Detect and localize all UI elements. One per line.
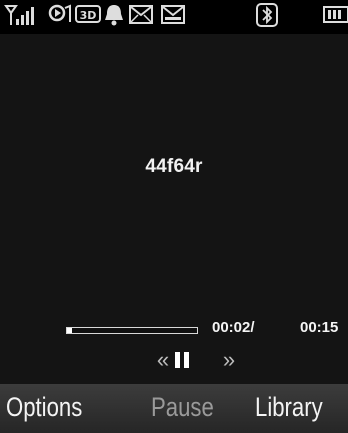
progress-bar-fill xyxy=(67,328,73,333)
svg-text:3D: 3D xyxy=(80,9,97,22)
music-player-screen: 44f64r 00:02/ 00:15 « » xyxy=(0,34,348,384)
signal-icon xyxy=(4,2,44,30)
library-softkey[interactable]: Library xyxy=(255,392,323,423)
3d-audio-icon: 3D xyxy=(74,2,102,30)
total-time: 00:15 xyxy=(300,319,339,336)
playback-controls: « » xyxy=(0,346,348,374)
battery-icon xyxy=(322,2,348,30)
fast-forward-icon: » xyxy=(222,347,236,372)
pause-icon xyxy=(175,352,189,368)
playback-progress: 00:02/ 00:15 xyxy=(0,317,348,341)
email-icon xyxy=(160,2,186,30)
bluetooth-icon xyxy=(256,2,278,30)
rewind-icon: « xyxy=(156,347,170,372)
alarm-icon xyxy=(102,2,126,30)
progress-bar[interactable] xyxy=(66,327,198,334)
fast-forward-button[interactable]: » xyxy=(214,346,244,374)
music-playing-icon xyxy=(48,2,74,30)
pause-softkey[interactable]: Pause xyxy=(151,392,214,423)
track-title: 44f64r xyxy=(145,156,203,177)
pause-button[interactable] xyxy=(172,346,192,374)
message-icon xyxy=(128,2,154,30)
options-softkey[interactable]: Options xyxy=(6,392,82,423)
status-bar: 3D xyxy=(0,0,348,34)
softkey-bar: Options Pause Library xyxy=(0,384,348,433)
elapsed-time: 00:02/ xyxy=(212,319,255,336)
